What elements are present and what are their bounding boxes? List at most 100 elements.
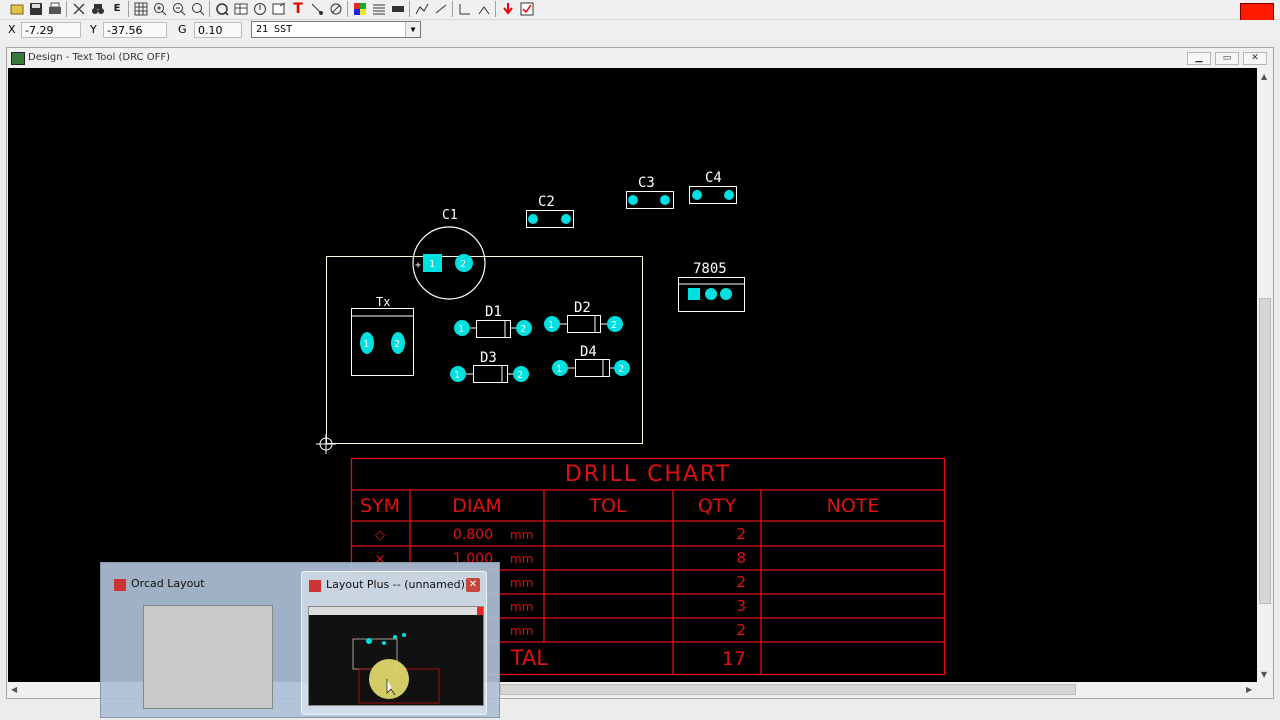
horizontal-scroll-thumb[interactable] <box>500 684 1076 695</box>
drc-icon[interactable] <box>252 1 268 17</box>
svg-text:1: 1 <box>556 364 562 375</box>
toolbar-separator <box>495 1 496 17</box>
svg-text:2: 2 <box>520 324 526 335</box>
total-qty: 17 <box>722 648 746 670</box>
app-icon <box>11 52 25 65</box>
component-d3[interactable]: D3 1 2 <box>450 350 529 383</box>
svg-text:1: 1 <box>363 339 369 350</box>
svg-text:+: + <box>415 260 421 271</box>
c2-label: C2 <box>538 194 555 210</box>
color-icon[interactable] <box>352 1 368 17</box>
zoom-all-icon[interactable] <box>190 1 206 17</box>
grid-value[interactable]: 0.10 <box>194 22 242 38</box>
svg-text:1: 1 <box>548 320 554 331</box>
close-icon[interactable]: ✕ <box>466 578 480 592</box>
layer-dropdown[interactable]: 21 SST ▼ <box>251 21 421 38</box>
svg-text:1: 1 <box>454 370 460 381</box>
component-tx[interactable]: Tx 1 2 <box>351 295 414 376</box>
origin-marker[interactable] <box>316 434 336 454</box>
y-label: Y <box>90 23 97 36</box>
toolbar-separator <box>209 1 210 17</box>
query-icon[interactable] <box>214 1 230 17</box>
d2-label: D2 <box>574 300 591 316</box>
toolbar-separator <box>409 1 410 17</box>
component-c3[interactable]: C3 <box>626 175 674 209</box>
scroll-down-icon[interactable]: ▼ <box>1261 670 1267 679</box>
undo-icon[interactable] <box>457 1 473 17</box>
save-icon[interactable] <box>28 1 44 17</box>
refresh-icon[interactable] <box>271 1 287 17</box>
window-thumbnail[interactable] <box>143 605 273 709</box>
layers-icon[interactable] <box>371 1 387 17</box>
zoom-out-icon[interactable] <box>171 1 187 17</box>
col-header-sym: SYM <box>360 495 400 517</box>
x-label: X <box>8 23 16 36</box>
component-d2[interactable]: D2 1 2 <box>544 300 623 333</box>
cut-icon[interactable] <box>71 1 87 17</box>
orcad-app-icon <box>309 580 321 592</box>
maximize-button[interactable]: ▭ <box>1215 52 1239 65</box>
scroll-up-icon[interactable]: ▲ <box>1261 72 1267 81</box>
component-d4[interactable]: D4 1 2 <box>552 344 630 377</box>
edit-icon[interactable]: E <box>109 1 125 17</box>
row-qty: 8 <box>736 549 746 567</box>
close-button[interactable]: ✕ <box>1243 52 1267 65</box>
svg-text:1: 1 <box>429 259 435 270</box>
drill-chart-title: DRILL CHART <box>565 462 731 487</box>
row-qty: 3 <box>736 597 746 615</box>
toolbar-separator <box>347 1 348 17</box>
check-icon[interactable] <box>519 1 535 17</box>
row-sym: ◇ <box>375 528 385 543</box>
window-thumbnail[interactable] <box>308 606 484 706</box>
scroll-right-icon[interactable]: ▶ <box>1246 685 1252 694</box>
taskbar-window-title: Orcad Layout <box>131 577 205 590</box>
svg-text:2: 2 <box>517 370 523 381</box>
col-header-tol: TOL <box>588 495 627 517</box>
reconnect-icon[interactable] <box>433 1 449 17</box>
redo-icon[interactable] <box>476 1 492 17</box>
zoom-in-icon[interactable] <box>152 1 168 17</box>
vertical-scroll-thumb[interactable] <box>1259 298 1271 604</box>
minimize-button[interactable]: ▁ <box>1187 52 1211 65</box>
toolbar-separator <box>128 1 129 17</box>
component-c4[interactable]: C4 <box>689 170 737 204</box>
c4-label: C4 <box>705 170 722 186</box>
col-header-diam: DIAM <box>452 495 502 517</box>
component-7805[interactable]: 7805 <box>678 261 745 312</box>
svg-text:2: 2 <box>611 320 617 331</box>
layer-dropdown-value: 21 SST <box>256 24 293 35</box>
component-c1[interactable]: C1 + 1 2 <box>412 208 486 300</box>
route-icon[interactable] <box>309 1 325 17</box>
row-unit: mm <box>510 528 533 542</box>
grid-icon[interactable] <box>133 1 149 17</box>
taskbar-window-orcad-layout[interactable]: Orcad Layout <box>107 571 293 715</box>
component-c2[interactable]: C2 <box>526 194 574 228</box>
toolbar-separator <box>452 1 453 17</box>
col-header-qty: QTY <box>698 495 737 517</box>
spreadsheet-icon[interactable] <box>233 1 249 17</box>
row-unit: mm <box>510 624 533 638</box>
text-tool-icon[interactable]: T <box>290 1 306 17</box>
regulator-label: 7805 <box>693 261 727 277</box>
autoroute-icon[interactable] <box>414 1 430 17</box>
svg-text:2: 2 <box>460 259 466 270</box>
chevron-down-icon[interactable]: ▼ <box>405 22 420 37</box>
component-d1[interactable]: D1 1 2 <box>454 304 532 338</box>
c3-label: C3 <box>638 175 655 191</box>
print-icon[interactable] <box>47 1 63 17</box>
window-titlebar[interactable]: Design - Text Tool (DRC OFF) ▁ ▭ ✕ <box>7 48 1273 68</box>
d3-label: D3 <box>480 350 497 366</box>
scroll-left-icon[interactable]: ◀ <box>11 685 17 694</box>
main-toolbar: E T <box>0 0 1280 20</box>
row-unit: mm <box>510 576 533 590</box>
vertical-scrollbar[interactable]: ▲ ▼ <box>1257 68 1273 682</box>
row-unit: mm <box>510 552 533 566</box>
grid-label: G <box>178 23 187 36</box>
error-icon[interactable] <box>500 1 516 17</box>
no-connect-icon[interactable] <box>328 1 344 17</box>
open-icon[interactable] <box>9 1 25 17</box>
binoculars-icon[interactable] <box>90 1 106 17</box>
component-icon[interactable] <box>390 1 406 17</box>
taskbar-window-layout-plus[interactable]: Layout Plus -- (unnamed) ✕ <box>301 571 487 715</box>
row-unit: mm <box>510 600 533 614</box>
